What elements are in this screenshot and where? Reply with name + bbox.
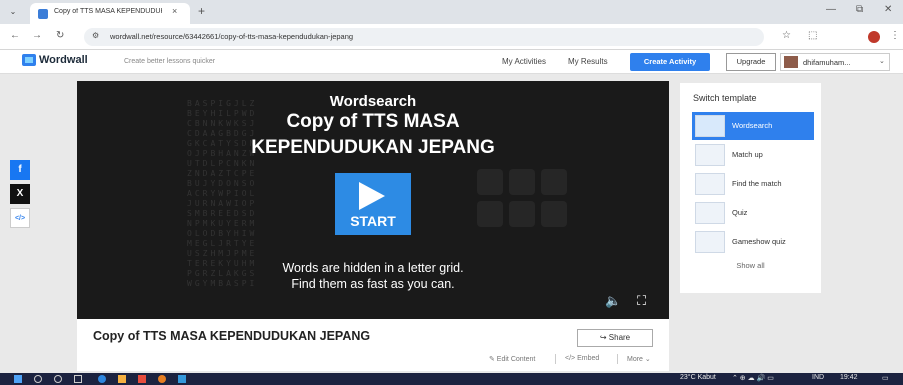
chrome-icon[interactable] bbox=[158, 375, 166, 383]
chevron-down-icon[interactable]: ⌄ bbox=[6, 5, 20, 19]
description-line-1: Words are hidden in a letter grid. bbox=[282, 261, 464, 275]
show-all-link[interactable]: Show all bbox=[680, 261, 821, 270]
template-label: Quiz bbox=[732, 208, 748, 217]
my-activities-link[interactable]: My Activities bbox=[502, 57, 546, 66]
file-explorer-icon[interactable] bbox=[118, 375, 126, 383]
task-view-icon[interactable] bbox=[74, 375, 82, 383]
gameshow-quiz-thumbnail-icon bbox=[695, 231, 725, 253]
game-player[interactable]: BASPIGJLZ BEYHILPWD CBNNKWKSJ CDAAGBDGJ … bbox=[77, 81, 669, 319]
mail-icon[interactable] bbox=[138, 375, 146, 383]
clock[interactable]: 19:42 bbox=[840, 374, 858, 381]
facebook-share-button[interactable]: f bbox=[10, 160, 30, 180]
more-menu[interactable]: More ⌄ bbox=[627, 355, 651, 363]
avatar bbox=[784, 56, 798, 68]
template-wordsearch[interactable]: Wordsearch bbox=[692, 112, 814, 140]
windows-start-icon[interactable] bbox=[14, 375, 22, 383]
embed-share-button[interactable]: </> bbox=[10, 208, 30, 228]
template-match-up[interactable]: Match up bbox=[692, 141, 814, 169]
play-icon bbox=[359, 182, 385, 210]
system-tray-icons[interactable]: ⌃ ⊕ ☁ 🔊 ▭ bbox=[732, 374, 774, 382]
background-tile bbox=[541, 201, 567, 227]
start-label: START bbox=[350, 213, 396, 229]
weather-widget[interactable]: 23°C Kabut bbox=[680, 374, 716, 381]
sound-icon[interactable]: 🔈 bbox=[605, 293, 621, 309]
reload-button[interactable]: ↻ bbox=[56, 30, 64, 41]
x-share-button[interactable]: X bbox=[10, 184, 30, 204]
edge-icon[interactable] bbox=[98, 375, 106, 383]
share-button[interactable]: ↪ Share bbox=[577, 329, 653, 347]
activity-title: Copy of TTS MASA KEPENDUDUKAN JEPANG bbox=[93, 329, 371, 343]
background-tile bbox=[477, 201, 503, 227]
profile-avatar[interactable] bbox=[868, 31, 880, 43]
template-name: Wordsearch bbox=[329, 93, 417, 110]
tagline: Create better lessons quicker bbox=[124, 58, 216, 65]
background-tile bbox=[509, 201, 535, 227]
my-results-link[interactable]: My Results bbox=[568, 57, 608, 66]
panel-heading: Switch template bbox=[693, 93, 757, 103]
wordwall-favicon-icon bbox=[38, 9, 48, 19]
user-menu[interactable]: dhifamuham... ⌄ bbox=[780, 53, 890, 71]
extensions-icon[interactable]: ⬚ bbox=[808, 30, 817, 41]
activity-title-line-2: KEPENDUDUKAN JEPANG bbox=[251, 137, 495, 158]
bookmark-star-icon[interactable]: ☆ bbox=[782, 30, 791, 41]
address-bar-row: ← → ↻ ⚙ wordwall.net/resource/63442661/c… bbox=[0, 24, 903, 50]
background-tile bbox=[477, 169, 503, 195]
embed-link[interactable]: </> Embed bbox=[565, 355, 599, 362]
find-the-match-thumbnail-icon bbox=[695, 173, 725, 195]
close-window-button[interactable]: ✕ bbox=[884, 4, 892, 15]
edit-content-link[interactable]: ✎ Edit Content bbox=[489, 355, 535, 363]
fullscreen-icon[interactable]: ⛶ bbox=[637, 293, 646, 309]
start-button[interactable]: START bbox=[335, 173, 411, 235]
taskbar: 23°C Kabut ⌃ ⊕ ☁ 🔊 ▭ IND 19:42 ▭ bbox=[0, 373, 903, 385]
template-label: Gameshow quiz bbox=[732, 237, 786, 246]
restore-button[interactable]: ⧉ bbox=[856, 4, 863, 15]
back-button[interactable]: ← bbox=[10, 30, 20, 41]
browser-tab-bar: ⌄ Copy of TTS MASA KEPENDUDUK × + — ⧉ ✕ bbox=[0, 0, 903, 24]
wordwall-logo-icon bbox=[22, 54, 36, 66]
divider bbox=[617, 354, 618, 364]
activity-info-bar: Copy of TTS MASA KEPENDUDUKAN JEPANG ↪ S… bbox=[77, 319, 669, 371]
switch-template-panel: Switch template Wordsearch Match up Find… bbox=[680, 83, 821, 293]
close-tab-icon[interactable]: × bbox=[172, 6, 177, 16]
browser-menu-icon[interactable]: ⋮ bbox=[890, 30, 900, 41]
site-header: Wordwall Create better lessons quicker M… bbox=[0, 50, 903, 74]
background-tile bbox=[541, 169, 567, 195]
wordsearch-thumbnail-icon bbox=[695, 115, 725, 137]
cortana-icon[interactable] bbox=[54, 375, 62, 383]
url-text: wordwall.net/resource/63442661/copy-of-t… bbox=[110, 32, 354, 41]
divider bbox=[555, 354, 556, 364]
template-label: Match up bbox=[732, 150, 763, 159]
store-icon[interactable] bbox=[178, 375, 186, 383]
chevron-down-icon: ⌄ bbox=[879, 58, 885, 65]
new-tab-button[interactable]: + bbox=[198, 4, 205, 18]
template-quiz[interactable]: Quiz bbox=[692, 199, 814, 227]
notification-icon[interactable]: ▭ bbox=[882, 374, 889, 382]
username: dhifamuham... bbox=[803, 58, 851, 67]
site-settings-icon[interactable]: ⚙ bbox=[92, 31, 99, 40]
code-icon: </> bbox=[14, 215, 26, 222]
template-gameshow-quiz[interactable]: Gameshow quiz bbox=[692, 228, 814, 256]
background-tile bbox=[509, 169, 535, 195]
minimize-button[interactable]: — bbox=[826, 4, 836, 15]
upgrade-button[interactable]: Upgrade bbox=[726, 53, 776, 71]
wordwall-logo[interactable]: Wordwall bbox=[22, 54, 88, 66]
activity-title-line-1: Copy of TTS MASA bbox=[286, 111, 460, 132]
forward-button[interactable]: → bbox=[32, 30, 42, 41]
template-label: Wordsearch bbox=[732, 121, 773, 130]
tab-title: Copy of TTS MASA KEPENDUDUK bbox=[54, 8, 162, 15]
url-field[interactable]: ⚙ wordwall.net/resource/63442661/copy-of… bbox=[84, 28, 764, 46]
create-activity-button[interactable]: Create Activity bbox=[630, 53, 710, 71]
facebook-icon: f bbox=[18, 164, 22, 175]
x-icon: X bbox=[16, 188, 24, 199]
description-line-2: Find them as fast as you can. bbox=[291, 277, 455, 291]
browser-tab[interactable]: Copy of TTS MASA KEPENDUDUK × bbox=[30, 3, 190, 24]
logo-text: Wordwall bbox=[39, 54, 88, 66]
template-label: Find the match bbox=[732, 179, 782, 188]
search-icon[interactable] bbox=[34, 375, 42, 383]
match-up-thumbnail-icon bbox=[695, 144, 725, 166]
template-find-the-match[interactable]: Find the match bbox=[692, 170, 814, 198]
quiz-thumbnail-icon bbox=[695, 202, 725, 224]
language-indicator[interactable]: IND bbox=[812, 374, 824, 381]
